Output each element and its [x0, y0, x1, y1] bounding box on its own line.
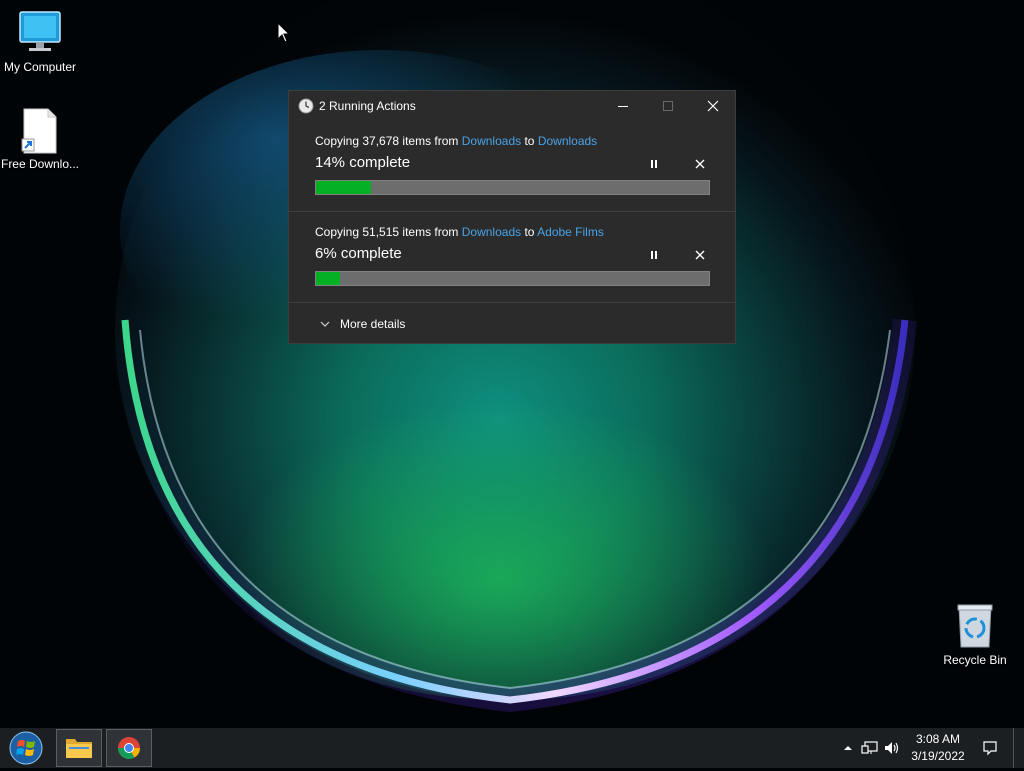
copy-operation: Copying 51,515 items from Downloads to A…	[289, 212, 735, 302]
file-explorer-icon	[66, 739, 92, 758]
chrome-icon	[118, 737, 140, 759]
close-button[interactable]	[690, 91, 735, 121]
caret-up-icon	[844, 746, 852, 750]
speaker-icon	[885, 742, 899, 754]
windows-orb-icon	[9, 731, 43, 765]
recycle-bin-icon	[951, 603, 999, 651]
dialog-titlebar[interactable]: 2 Running Actions	[289, 91, 735, 121]
progress-status: 6% complete	[315, 245, 402, 262]
pause-icon	[651, 160, 657, 168]
progress-fill	[316, 272, 340, 285]
minimize-button[interactable]	[600, 91, 645, 121]
monitor-icon	[16, 10, 64, 58]
clock[interactable]: 3:08 AM 3/19/2022	[903, 731, 973, 765]
destination-link[interactable]: Downloads	[538, 134, 597, 148]
taskbar-chrome[interactable]	[106, 729, 152, 767]
cancel-icon	[695, 159, 705, 169]
desktop-icon-label: My Computer	[3, 60, 77, 74]
source-link[interactable]: Downloads	[462, 225, 521, 239]
cancel-icon	[695, 250, 705, 260]
operation-to: to	[521, 134, 538, 148]
pause-button[interactable]	[645, 156, 663, 172]
cancel-button[interactable]	[691, 156, 709, 172]
pause-button[interactable]	[645, 247, 663, 263]
clock-time: 3:08 AM	[915, 732, 961, 746]
operation-prefix: Copying 37,678 items from	[315, 134, 462, 148]
system-tray: 3:08 AM 3/19/2022	[837, 728, 1024, 768]
dialog-title: 2 Running Actions	[319, 99, 416, 113]
close-icon	[707, 100, 718, 112]
volume-button[interactable]	[881, 728, 903, 768]
operation-to: to	[521, 225, 538, 239]
source-link[interactable]: Downloads	[462, 134, 521, 148]
copy-operation: Copying 37,678 items from Downloads to D…	[289, 121, 735, 211]
operation-description: Copying 37,678 items from Downloads to D…	[315, 134, 597, 148]
network-icon	[861, 741, 878, 754]
more-details-label: More details	[340, 317, 406, 331]
clock-date: 3/19/2022	[911, 749, 965, 763]
show-desktop-button[interactable]	[1013, 728, 1024, 768]
clock-icon	[298, 98, 314, 114]
cancel-button[interactable]	[691, 247, 709, 263]
progress-fill	[316, 181, 372, 194]
show-hidden-icons-button[interactable]	[837, 728, 859, 768]
start-button[interactable]	[6, 730, 46, 766]
action-center-button[interactable]	[973, 728, 1007, 768]
progress-status: 14% complete	[315, 154, 411, 171]
operation-prefix: Copying 51,515 items from	[315, 225, 462, 239]
minimize-icon	[617, 106, 628, 107]
maximize-icon	[662, 101, 673, 111]
maximize-button[interactable]	[645, 91, 690, 121]
taskbar-file-explorer[interactable]	[56, 729, 102, 767]
desktop-icon-my-computer[interactable]: My Computer	[0, 10, 80, 75]
running-actions-dialog: 2 Running Actions Copying 37,678 items f…	[288, 90, 736, 344]
mouse-cursor-icon	[277, 21, 291, 44]
progress-bar	[315, 180, 710, 195]
chevron-down-icon	[320, 321, 330, 327]
desktop-icon-recycle-bin[interactable]: Recycle Bin	[935, 603, 1015, 668]
notification-icon	[983, 741, 997, 756]
taskbar: 3:08 AM 3/19/2022	[0, 728, 1024, 768]
desktop-icon-label: Free Downlo...	[0, 157, 80, 171]
desktop-icon-label: Recycle Bin	[943, 653, 1007, 667]
progress-bar	[315, 271, 710, 286]
more-details-toggle[interactable]: More details	[289, 303, 735, 345]
destination-link[interactable]: Adobe Films	[537, 225, 604, 239]
desktop-icon-free-download[interactable]: Free Downlo...	[0, 107, 80, 172]
network-button[interactable]	[859, 728, 881, 768]
operation-description: Copying 51,515 items from Downloads to A…	[315, 225, 604, 239]
file-shortcut-icon	[16, 107, 64, 155]
pause-icon	[651, 251, 657, 259]
